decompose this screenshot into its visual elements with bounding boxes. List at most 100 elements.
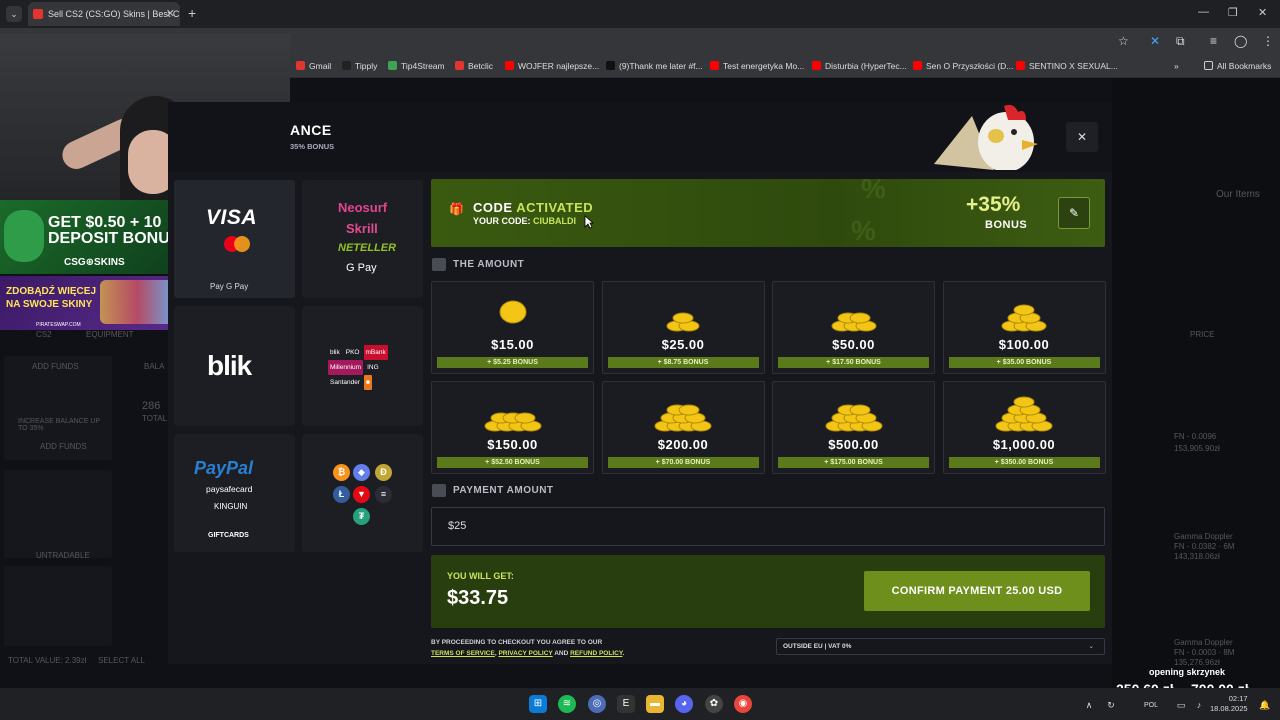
coin-pile-icon — [1001, 304, 1047, 332]
you-will-get-value: $33.75 — [447, 587, 509, 609]
skrill-logo: Skrill — [346, 221, 378, 236]
bookmarks-more-icon[interactable]: » — [1174, 61, 1179, 71]
bg-price-sort: PRICE — [1190, 330, 1215, 339]
modal-close-button[interactable]: ✕ — [1066, 122, 1098, 152]
refund-policy-link[interactable]: REFUND POLICY — [570, 650, 622, 657]
bookmark-item[interactable]: Tipply — [342, 61, 377, 71]
bookmark-star-icon[interactable]: ☆ — [1118, 34, 1129, 48]
tray-sync-icon[interactable]: ↻ — [1102, 696, 1120, 714]
bookmark-favicon-icon — [710, 61, 719, 70]
bank-logo: mBank — [363, 345, 388, 360]
taskbar-clock[interactable]: 02:17 18.08.2025 — [1210, 694, 1248, 714]
ad-art-image — [100, 280, 174, 324]
bookmark-item[interactable]: Tip4Stream — [388, 61, 445, 71]
amount-option-bonus: + $52.50 BONUS — [437, 457, 588, 468]
amount-option-card[interactable]: $1,000.00 + $350.00 BONUS — [942, 381, 1106, 474]
bookmark-item[interactable]: Gmail — [296, 61, 331, 71]
amount-option-bonus: + $175.00 BONUS — [778, 457, 929, 468]
tab-close-icon[interactable]: ✕ — [166, 2, 175, 26]
spotify-icon[interactable]: ≋ — [558, 695, 576, 713]
amount-option-bonus: + $70.00 BONUS — [607, 457, 759, 468]
menu-dots-icon[interactable]: ⋮ — [1262, 34, 1274, 48]
visa-logo: VISA — [206, 206, 258, 229]
volume-icon[interactable]: ♪ — [1190, 696, 1208, 714]
bookmark-item[interactable]: Test energetyka Mo... — [710, 61, 804, 71]
terms-of-service-link[interactable]: TERMS OF SERVICE — [431, 650, 495, 657]
window-close-icon[interactable]: ✕ — [1258, 6, 1267, 19]
mouse-cursor-icon — [584, 215, 594, 229]
bg-add-funds-button: ADD FUNDS — [40, 442, 87, 451]
kinguin-logo: KINGUIN — [214, 502, 248, 511]
payment-amount-input[interactable]: $25 — [431, 507, 1105, 546]
bookmark-label: Disturbia (HyperTec... — [825, 61, 907, 71]
minimize-icon[interactable]: — — [1198, 6, 1209, 18]
method-card-ewallets[interactable] — [302, 180, 423, 298]
browser-tab[interactable]: Sell CS2 (CS:GO) Skins | Best CS... ✕ — [28, 2, 180, 26]
media-icon[interactable]: ≡ — [1210, 34, 1217, 48]
chrome-icon[interactable]: ◉ — [734, 695, 752, 713]
pirateswap-ad-line1: ZDOBĄDŹ WIĘCEJ — [6, 286, 96, 297]
notifications-icon[interactable]: 🔔 — [1256, 696, 1274, 714]
amount-option-card[interactable]: $500.00 + $175.00 BONUS — [772, 381, 935, 474]
edit-code-button[interactable]: ✎ — [1058, 197, 1090, 229]
amount-option-card[interactable]: $150.00 + $52.50 BONUS — [431, 381, 594, 474]
bg-balance-label: BALA — [144, 362, 165, 371]
all-bookmarks-button[interactable]: All Bookmarks — [1204, 61, 1271, 71]
bg-item-price-2: 143,318.06zł — [1174, 552, 1220, 561]
bg-select-all: SELECT ALL — [98, 656, 145, 665]
bookmark-item[interactable]: SENTINO X SEXUAL... — [1016, 61, 1118, 71]
csgoskins-ad-brand: CSG⊕SKINS — [64, 257, 125, 268]
discord-icon[interactable]: ◕ — [675, 695, 693, 713]
profile-icon[interactable]: ◯ — [1234, 34, 1247, 48]
bonus-percent: +35% — [966, 193, 1021, 216]
amount-option-card[interactable]: $50.00 + $17.50 BONUS — [772, 281, 935, 374]
amount-option-card[interactable]: $15.00 + $5.25 BONUS — [431, 281, 594, 374]
bookmark-label: Test energetyka Mo... — [723, 61, 805, 71]
bg-increase-text: INCREASE BALANCE UP TO 35% — [18, 418, 100, 432]
tray-chevron-up-icon[interactable]: ∧ — [1080, 696, 1098, 714]
bookmark-item[interactable]: Sen O Przyszłości (D... — [913, 61, 1013, 71]
banner-deco-percent-icon: % — [861, 179, 886, 204]
bookmark-label: Betclic — [468, 61, 494, 71]
amount-option-price: $150.00 — [487, 437, 538, 452]
banner-deco-percent-icon: % — [851, 215, 876, 246]
bookmark-favicon-icon — [388, 61, 397, 70]
bg-item-label-1: FN - 0.0096 — [1174, 432, 1217, 441]
payment-section-title: PAYMENT AMOUNT — [453, 485, 554, 496]
bg-untradable: UNTRADABLE — [36, 551, 90, 560]
amount-option-price: $50.00 — [832, 337, 875, 352]
crypto-coin-icon: ▼ — [353, 486, 370, 503]
bookmark-item[interactable]: WOJFER najlepsze... — [505, 61, 599, 71]
your-code-value: CIUBALDI — [533, 216, 577, 226]
bookmark-item[interactable]: (9)Thank me later #f... — [606, 61, 703, 71]
new-tab-icon[interactable]: + — [188, 5, 196, 21]
vat-region-select[interactable]: OUTSIDE EU | VAT 0% ⌄ — [776, 638, 1105, 655]
maximize-icon[interactable]: ❐ — [1228, 6, 1238, 19]
giftcards-label: GIFTCARDS — [208, 532, 249, 539]
extensions-icon[interactable]: ⧉ — [1176, 34, 1185, 49]
bookmark-item[interactable]: Betclic — [455, 61, 493, 71]
code-activated-title: CODE ACTIVATED — [473, 200, 593, 215]
amount-option-card[interactable]: $100.00 + $35.00 BONUS — [942, 281, 1106, 374]
language-indicator[interactable]: POL — [1142, 697, 1160, 715]
confirm-payment-button[interactable]: CONFIRM PAYMENT 25.00 USD — [864, 571, 1090, 611]
start-icon[interactable]: ⊞ — [529, 695, 547, 713]
crypto-coin-icon: ₿ — [333, 464, 350, 481]
amount-option-card[interactable]: $25.00 + $8.75 BONUS — [601, 281, 765, 374]
bg-item-label-4: Gamma Doppler — [1174, 638, 1233, 647]
epic-games-icon[interactable]: E — [617, 695, 635, 713]
crypto-coin-icon: ◆ — [353, 464, 370, 481]
extension-translate-icon[interactable]: ✕ — [1150, 34, 1160, 48]
amount-option-card[interactable]: $200.00 + $70.00 BONUS — [601, 381, 765, 474]
pirateswap-ad-brand: PIRATESWAP.COM — [36, 322, 81, 328]
file-explorer-icon[interactable]: ▬ — [646, 695, 664, 713]
app-icon-2[interactable]: ✿ — [705, 695, 723, 713]
privacy-policy-link[interactable]: PRIVACY POLICY — [498, 650, 552, 657]
network-icon[interactable]: ▭ — [1172, 696, 1190, 714]
app-icon[interactable]: ◎ — [588, 695, 606, 713]
bookmark-item[interactable]: Disturbia (HyperTec... — [812, 61, 907, 71]
apple-google-pay-logos: Pay G Pay — [210, 282, 249, 291]
amount-option-price: $25.00 — [661, 337, 705, 352]
tab-search-dropdown-icon[interactable]: ⌄ — [6, 6, 22, 22]
bg-add-funds-title: ADD FUNDS — [32, 362, 79, 371]
